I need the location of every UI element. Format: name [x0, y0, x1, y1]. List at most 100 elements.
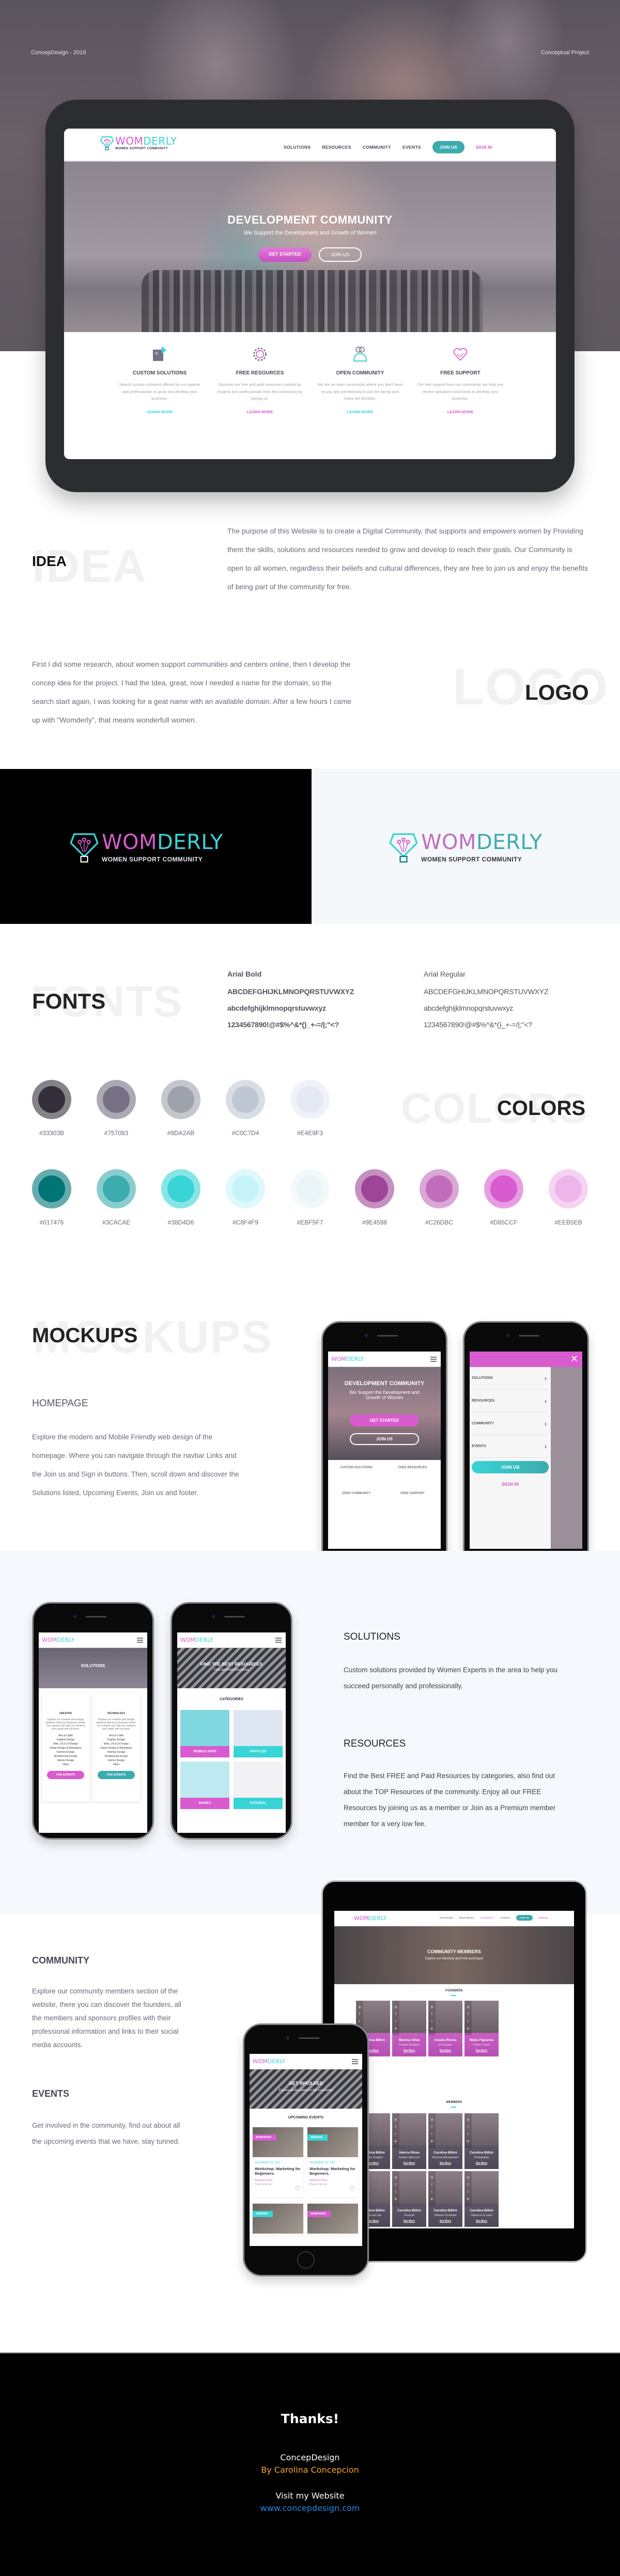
member-card[interactable]: ◎ f t in Carolina Billini Financial See More — [392, 2171, 426, 2227]
nav-link-resources[interactable]: RESOURCES — [322, 145, 351, 150]
instagram-icon[interactable]: ◎ — [467, 2118, 469, 2122]
hero-join-us-button[interactable]: JOIN US — [318, 247, 362, 262]
see-more-link[interactable]: See More — [392, 2049, 426, 2052]
member-card[interactable]: ◎ f t in Carolina Billini Software Developer S… — [428, 2171, 462, 2227]
learn-more-link[interactable]: LEARN MORE — [247, 410, 273, 414]
nav-link-solutions[interactable]: SOLUTIONS — [284, 145, 311, 150]
twitter-icon[interactable]: t — [431, 2133, 432, 2136]
nav-link-events[interactable]: EVENTS — [501, 1917, 510, 1919]
nav-link-community[interactable]: COMMUNITY — [363, 145, 391, 150]
menu-sign-in-link[interactable]: SIGN IN — [470, 1482, 551, 1487]
see-more-link[interactable]: See More — [428, 2220, 462, 2223]
linkedin-icon[interactable]: in — [395, 2140, 397, 2143]
see-more-link[interactable]: See More — [464, 2162, 499, 2165]
instagram-icon[interactable]: ◎ — [358, 2006, 361, 2009]
menu-join-us-button[interactable]: JOIN US — [472, 1461, 549, 1473]
linkedin-icon[interactable]: in — [431, 2140, 433, 2143]
category-card[interactable]: ARTICLES — [234, 1710, 283, 1757]
see-more-link[interactable]: See More — [464, 2049, 499, 2052]
member-card[interactable]: ◎ f t in Carolina Billini Business Management… — [428, 2113, 462, 2169]
see-more-link[interactable]: See More — [428, 2049, 462, 2052]
event-card[interactable]: WORKSHOP — [307, 2204, 358, 2235]
twitter-icon[interactable]: t — [395, 2133, 396, 2136]
linkedin-icon[interactable]: in — [431, 2028, 433, 2031]
twitter-icon[interactable]: t — [431, 2020, 432, 2023]
linkedin-icon[interactable]: in — [467, 2140, 470, 2143]
member-card[interactable]: ◎ f t in Maite Figueroa Fitness Coach See More — [464, 2001, 499, 2056]
instagram-icon[interactable]: ◎ — [467, 2176, 469, 2179]
twitter-icon[interactable]: t — [468, 2191, 469, 2194]
twitter-icon[interactable]: t — [431, 2191, 432, 2194]
instagram-icon[interactable]: ◎ — [430, 2006, 433, 2009]
instagram-icon[interactable]: ◎ — [394, 2006, 397, 2009]
category-card[interactable]: BOOKS — [180, 1762, 229, 1809]
member-card[interactable]: ◎ f t in Valeria Rivas Fashion Influencer See … — [392, 2113, 426, 2169]
instagram-icon[interactable]: ◎ — [467, 2006, 469, 2009]
social-links[interactable]: ◎ f t in — [464, 2001, 472, 2035]
nav-link-events[interactable]: EVENTS — [402, 145, 421, 150]
event-card[interactable]: SEMINAR DECEMBER 28, 2019 Workshop: Market… — [307, 2127, 358, 2197]
website-link[interactable]: www.concepdesign.com — [0, 2503, 620, 2513]
nav-link-community-active[interactable]: COMMUNITY — [481, 1917, 495, 1919]
hamburger-menu-icon[interactable] — [275, 1638, 282, 1643]
instagram-icon[interactable]: ◎ — [430, 2118, 433, 2122]
twitter-icon[interactable]: t — [468, 2020, 469, 2023]
member-card[interactable]: ◎ f t in Amalia Rivera UI Designer See More — [428, 2001, 462, 2056]
instagram-icon[interactable]: ◎ — [394, 2176, 397, 2179]
event-card[interactable]: SEMINAR — [253, 2204, 303, 2235]
member-card[interactable]: ◎ f t in Carolina Billini Photography See More — [464, 2113, 499, 2169]
mobile-get-started-button[interactable]: GET STARTED — [350, 1415, 419, 1426]
menu-item-events[interactable]: EVENTS › — [472, 1435, 549, 1458]
facebook-icon[interactable]: f — [395, 2013, 396, 2016]
event-card[interactable]: WORKSHOP DECEMBER 28, 2019 Workshop: Marke… — [253, 2127, 303, 2197]
member-card[interactable]: ◎ f t in Martina Silva Fashion Designer See Mo… — [392, 2001, 426, 2056]
social-links[interactable]: ◎ f t in — [428, 2001, 436, 2035]
learn-more-link[interactable]: LEARN MORE — [447, 410, 473, 414]
hamburger-menu-icon[interactable] — [137, 1638, 143, 1643]
see-more-link[interactable]: See More — [464, 2220, 499, 2223]
facebook-icon[interactable]: f — [359, 2013, 360, 2016]
see-more-link[interactable]: See More — [392, 2162, 426, 2165]
linkedin-icon[interactable]: in — [395, 2028, 397, 2031]
find-experts-button[interactable]: FIND EXPERTS — [98, 1771, 135, 1779]
social-links[interactable]: ◎ f t in — [464, 2113, 472, 2148]
twitter-icon[interactable]: t — [395, 2191, 396, 2194]
linkedin-icon[interactable]: in — [431, 2198, 433, 2201]
facebook-icon[interactable]: f — [431, 2184, 432, 2187]
nav-link-solutions[interactable]: SOLUTIONS — [440, 1917, 453, 1919]
category-card[interactable]: MOBILE APPS — [180, 1710, 229, 1757]
menu-item-solutions[interactable]: SOLUTIONS › — [472, 1367, 549, 1390]
nav-link-resources[interactable]: RESOURCES — [459, 1917, 474, 1919]
heart-icon[interactable]: ♡ — [349, 2185, 355, 2192]
twitter-icon[interactable]: t — [468, 2133, 469, 2136]
join-us-button[interactable]: JOIN US — [432, 141, 464, 153]
member-card[interactable]: ◎ f t in Carolina Billini Influencer & coach S… — [464, 2171, 499, 2227]
facebook-icon[interactable]: f — [395, 2126, 396, 2129]
facebook-icon[interactable]: f — [468, 2184, 469, 2187]
learn-more-link[interactable]: LEARN MORE — [147, 410, 173, 414]
hamburger-menu-icon[interactable] — [352, 2059, 358, 2064]
category-card[interactable]: TUTORIAL — [234, 1762, 283, 1809]
mobile-join-us-button[interactable]: JOIN US — [350, 1433, 419, 1445]
facebook-icon[interactable]: f — [468, 2126, 469, 2129]
sign-in-link[interactable]: SIGN IN — [476, 145, 492, 150]
social-links[interactable]: ◎ f t in — [392, 2001, 399, 2035]
linkedin-icon[interactable]: in — [467, 2198, 470, 2201]
menu-item-resources[interactable]: RESOURCES › — [472, 1390, 549, 1412]
hamburger-menu-icon[interactable] — [430, 1357, 437, 1362]
see-more-link[interactable]: See More — [392, 2220, 426, 2223]
close-icon[interactable]: ✕ — [570, 1354, 578, 1364]
facebook-icon[interactable]: f — [431, 2013, 432, 2016]
social-links[interactable]: ◎ f t in — [428, 2171, 436, 2206]
see-more-link[interactable]: See More — [428, 2162, 462, 2165]
learn-more-link[interactable]: LEARN MORE — [347, 410, 373, 414]
get-started-button[interactable]: GET STARTED — [258, 247, 312, 262]
heart-icon[interactable]: ♡ — [295, 2185, 300, 2192]
social-links[interactable]: ◎ f t in — [464, 2171, 472, 2206]
social-links[interactable]: ◎ f t in — [428, 2113, 436, 2148]
social-links[interactable]: ◎ f t in — [392, 2113, 399, 2148]
join-us-button[interactable]: JOIN US — [516, 1915, 533, 1921]
facebook-icon[interactable]: f — [431, 2126, 432, 2129]
instagram-icon[interactable]: ◎ — [394, 2118, 397, 2122]
find-experts-button[interactable]: FIND EXPERTS — [47, 1771, 84, 1779]
